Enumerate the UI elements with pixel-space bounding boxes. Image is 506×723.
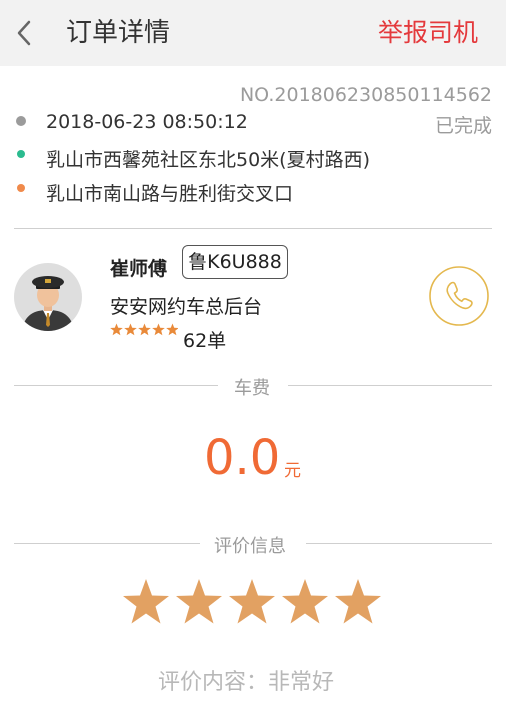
clock-dot-icon	[16, 116, 26, 126]
review-comment: 评价内容：非常好	[158, 670, 335, 695]
star-icon	[229, 579, 275, 624]
order-number: NO.201806230850114562	[239, 84, 492, 106]
fare-amount: 0.0	[204, 430, 281, 486]
fare-unit: 元	[284, 461, 301, 481]
phone-icon	[429, 266, 489, 326]
rating-divider-left	[14, 543, 200, 544]
fare-divider-left	[14, 385, 218, 386]
chevron-left-icon	[17, 20, 31, 46]
star-icon	[166, 323, 179, 336]
origin-address: 乳山市西馨苑社区东北50米(夏村路西)	[46, 149, 371, 171]
divider	[14, 228, 492, 229]
star-icon	[123, 579, 169, 624]
driver-name: 崔师傅	[110, 258, 168, 280]
star-icon	[138, 323, 151, 336]
destination-address: 乳山市南山路与胜利街交叉口	[46, 183, 294, 205]
license-plate: 鲁K6U888	[182, 245, 288, 279]
driver-company: 安安网约车总后台	[110, 296, 263, 318]
fare-section-title: 车费	[234, 378, 270, 399]
star-icon	[282, 579, 328, 624]
driver-avatar	[14, 263, 82, 331]
app-header: 订单详情 举报司机	[0, 0, 506, 66]
star-icon	[110, 323, 123, 336]
order-time: 2018-06-23 08:50:12	[46, 111, 248, 133]
back-button[interactable]	[12, 18, 38, 48]
star-icon	[152, 323, 165, 336]
driver-rating-stars	[110, 322, 179, 336]
star-icon	[335, 579, 381, 624]
call-driver-button[interactable]	[428, 265, 490, 327]
destination-dot-icon	[17, 184, 25, 192]
rating-stars	[122, 578, 384, 630]
page-title: 订单详情	[66, 18, 171, 48]
fare-divider-right	[288, 385, 492, 386]
star-icon	[176, 579, 222, 624]
rating-divider-right	[306, 543, 492, 544]
report-driver-button[interactable]: 举报司机	[378, 14, 478, 52]
star-icon	[124, 323, 137, 336]
order-status: 已完成	[434, 115, 492, 137]
driver-order-count: 62单	[183, 330, 227, 352]
origin-dot-icon	[17, 150, 25, 158]
rating-section-title: 评价信息	[214, 536, 286, 557]
